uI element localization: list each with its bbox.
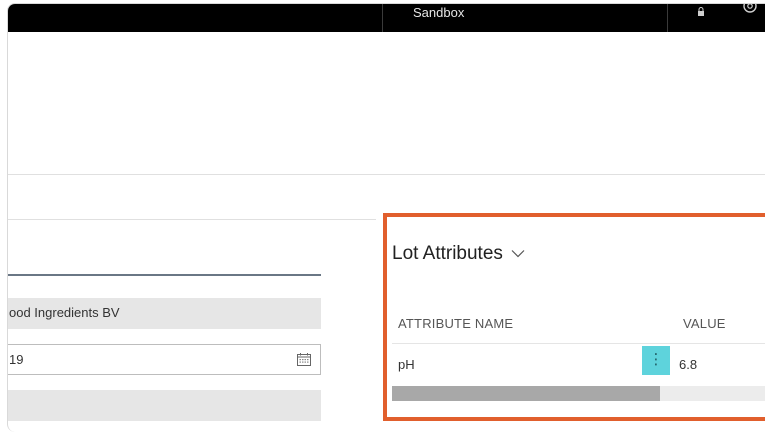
header-divider: [392, 343, 765, 344]
settings-icon[interactable]: [742, 3, 758, 14]
section-divider: [8, 219, 376, 220]
horizontal-scrollbar[interactable]: [392, 386, 765, 401]
group-header-underline: [8, 274, 321, 276]
scrollbar-thumb[interactable]: [392, 386, 660, 401]
calendar-icon[interactable]: [297, 353, 311, 366]
date-field[interactable]: 19: [8, 344, 321, 375]
column-header-attribute-name[interactable]: ATTRIBUTE NAME: [398, 316, 513, 331]
readonly-field: [8, 390, 321, 421]
topbar-divider: [667, 4, 668, 32]
vendor-name-field: ood Ingredients BV: [8, 298, 321, 329]
environment-label: Sandbox: [413, 5, 465, 20]
factbox-title[interactable]: Lot Attributes: [392, 243, 525, 265]
app-window: Sandbox ood Ingredients BV 19 Lot Attrib…: [7, 3, 765, 432]
top-bar: Sandbox: [8, 4, 765, 32]
topbar-divider: [382, 4, 383, 32]
lot-attributes-factbox: Lot Attributes ATTRIBUTE NAME VALUE pH ⋮…: [383, 213, 765, 421]
vendor-name-value: ood Ingredients BV: [9, 305, 120, 320]
date-value: 19: [9, 352, 24, 367]
factbox-title-label: Lot Attributes: [392, 243, 503, 264]
chevron-down-icon[interactable]: [511, 249, 525, 258]
row-actions-button[interactable]: ⋮: [642, 346, 670, 375]
column-header-value[interactable]: VALUE: [683, 316, 726, 331]
lock-icon[interactable]: [697, 7, 705, 17]
attribute-name-cell[interactable]: pH: [398, 357, 415, 372]
attribute-value-cell[interactable]: 6.8: [679, 357, 697, 372]
section-divider: [8, 174, 765, 175]
